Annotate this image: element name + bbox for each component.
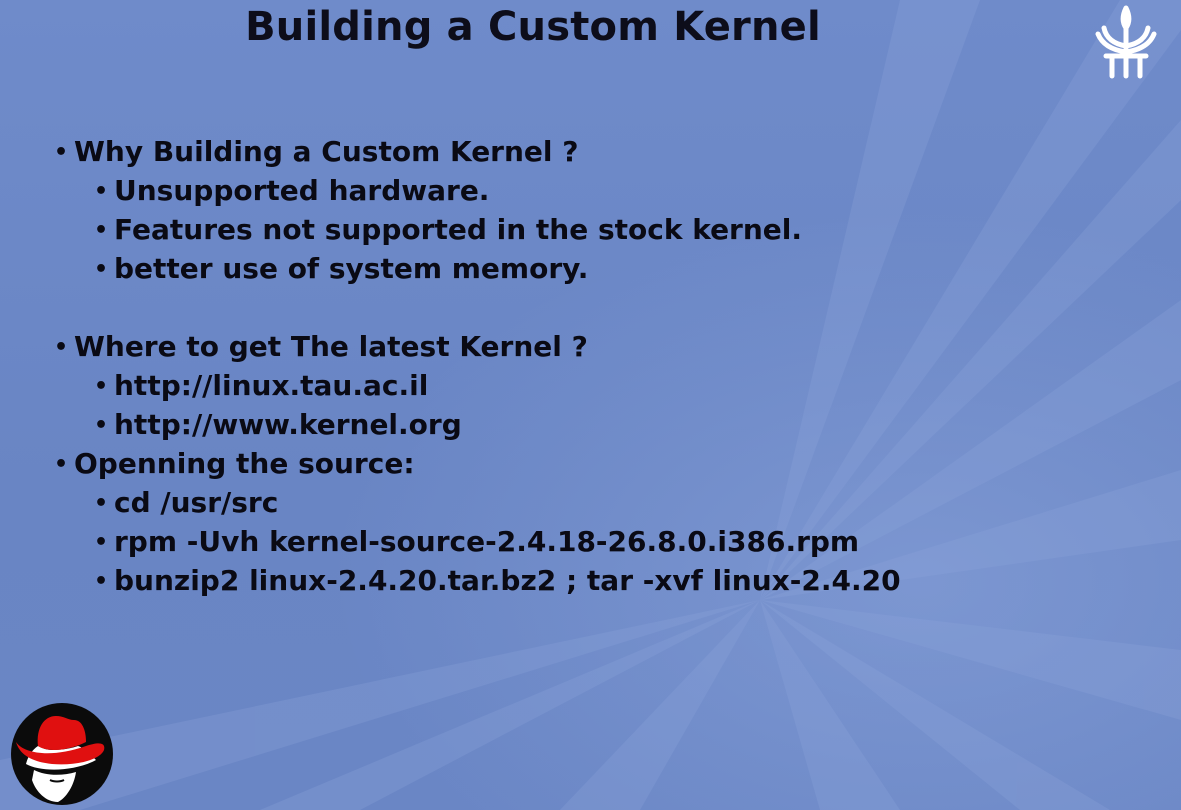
bullet-icon: •	[54, 452, 69, 477]
bullet-icon: •	[94, 374, 109, 399]
bullet-item: • better use of system memory.	[94, 249, 588, 289]
slide-title: Building a Custom Kernel	[245, 4, 821, 50]
university-emblem-icon	[1095, 5, 1157, 79]
red-hat-logo-icon	[11, 703, 113, 805]
bullet-item: • Unsupported hardware.	[94, 171, 489, 211]
bullet-item-link: • http://linux.tau.ac.il	[94, 366, 428, 406]
bullet-item-command: • bunzip2 linux-2.4.20.tar.bz2 ; tar -xvf…	[94, 561, 901, 601]
bullet-icon: •	[94, 257, 109, 282]
bullet-item-command: • cd /usr/src	[94, 483, 278, 523]
bullet-icon: •	[94, 179, 109, 204]
bullet-item: • Features not supported in the stock ker…	[94, 210, 802, 250]
bullet-icon: •	[54, 140, 69, 165]
bullet-icon: •	[94, 530, 109, 555]
bullet-icon: •	[94, 491, 109, 516]
bullet-item-link: • http://www.kernel.org	[94, 405, 462, 445]
bullet-item-command: • rpm -Uvh kernel-source-2.4.18-26.8.0.i3…	[94, 522, 859, 562]
bullet-icon: •	[94, 218, 109, 243]
bullet-heading-source: • Openning the source:	[54, 444, 415, 484]
bullet-icon: •	[94, 569, 109, 594]
bullet-heading-where: • Where to get The latest Kernel ?	[54, 327, 588, 367]
bullet-icon: •	[94, 413, 109, 438]
slide: Building a Custom Kernel • Why Building a…	[0, 0, 1181, 810]
bullet-icon: •	[54, 335, 69, 360]
bullet-heading-why: • Why Building a Custom Kernel ?	[54, 132, 579, 172]
